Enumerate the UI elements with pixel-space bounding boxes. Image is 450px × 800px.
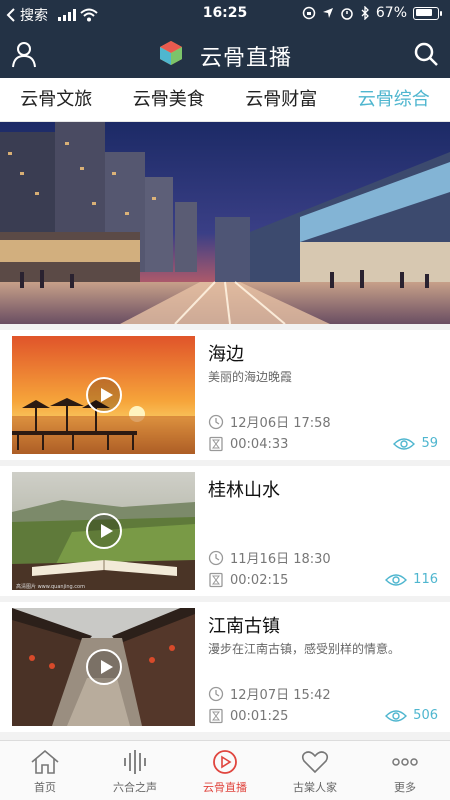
video-thumbnail[interactable]: 高清图片 www.quanjing.com bbox=[12, 472, 195, 590]
video-list-item[interactable]: 江南古镇 漫步在江南古镇，感受别样的情意。 12月07日 15:42 00:01… bbox=[0, 602, 450, 732]
play-icon[interactable] bbox=[86, 377, 122, 413]
hourglass-icon bbox=[209, 436, 223, 452]
nav-label: 更多 bbox=[394, 781, 416, 794]
video-date: 11月16日 18:30 bbox=[208, 548, 331, 567]
rotation-lock-icon bbox=[302, 6, 316, 20]
video-title: 江南古镇 bbox=[208, 616, 280, 637]
video-date: 12月06日 17:58 bbox=[208, 412, 331, 431]
hourglass-icon bbox=[209, 708, 223, 724]
nav-label: 六合之声 bbox=[113, 781, 157, 794]
video-list: 海边 美丽的海边晚霞 12月06日 17:58 00:04:33 59 高清图片… bbox=[0, 324, 450, 740]
page-title: 云骨直播 bbox=[199, 46, 292, 71]
hourglass-icon bbox=[209, 572, 223, 588]
tab-food[interactable]: 云骨美食 bbox=[113, 78, 226, 121]
bluetooth-icon bbox=[361, 6, 369, 20]
nav-bar: 云骨直播 bbox=[0, 28, 450, 78]
tab-general[interactable]: 云骨综合 bbox=[338, 78, 450, 121]
video-duration: 00:04:33 bbox=[208, 436, 288, 452]
heart-icon bbox=[301, 751, 329, 774]
view-count: 506 bbox=[385, 708, 438, 723]
play-icon[interactable] bbox=[86, 649, 122, 685]
clock-icon bbox=[208, 686, 224, 701]
nav-label: 首页 bbox=[34, 781, 56, 794]
eye-icon bbox=[385, 709, 408, 722]
tab-wealth[interactable]: 云骨财富 bbox=[225, 78, 338, 121]
banner-image[interactable] bbox=[0, 122, 450, 324]
eye-icon bbox=[385, 573, 408, 586]
video-duration: 00:01:25 bbox=[208, 708, 288, 724]
video-title: 海边 bbox=[208, 344, 244, 365]
audio-wave-icon bbox=[124, 750, 146, 774]
nav-live[interactable]: 云骨直播 bbox=[180, 741, 270, 800]
video-list-item[interactable]: 高清图片 www.quanjing.com 桂林山水 11月16日 18:30 … bbox=[0, 466, 450, 596]
nav-label: 云骨直播 bbox=[203, 781, 247, 794]
nav-more[interactable]: 更多 bbox=[360, 741, 450, 800]
view-count: 59 bbox=[393, 436, 438, 451]
svg-text:高清图片 www.quanjing.com: 高清图片 www.quanjing.com bbox=[16, 583, 85, 590]
video-list-item[interactable]: 海边 美丽的海边晚霞 12月06日 17:58 00:04:33 59 bbox=[0, 330, 450, 460]
category-tabs: 云骨文旅 云骨美食 云骨财富 云骨综合 bbox=[0, 78, 450, 122]
video-date: 12月07日 15:42 bbox=[208, 684, 331, 703]
nav-voice[interactable]: 六合之声 bbox=[90, 741, 180, 800]
battery-percent: 67% bbox=[375, 5, 407, 21]
video-thumbnail[interactable] bbox=[12, 336, 195, 454]
video-thumbnail[interactable] bbox=[12, 608, 195, 726]
nav-label: 古棠人家 bbox=[293, 781, 337, 794]
home-icon bbox=[31, 749, 59, 774]
search-icon[interactable] bbox=[412, 40, 440, 68]
eye-icon bbox=[393, 437, 416, 450]
video-description: 漫步在江南古镇，感受别样的情意。 bbox=[208, 642, 401, 656]
more-icon bbox=[392, 758, 418, 766]
bottom-tab-bar: 首页 六合之声 云骨直播 古棠人家 更多 bbox=[0, 740, 450, 800]
nav-family[interactable]: 古棠人家 bbox=[270, 741, 360, 800]
nav-home[interactable]: 首页 bbox=[0, 741, 90, 800]
battery-icon bbox=[413, 6, 439, 20]
view-count: 116 bbox=[385, 572, 438, 587]
alarm-icon bbox=[341, 8, 353, 20]
clock-icon bbox=[208, 414, 224, 429]
play-icon[interactable] bbox=[86, 513, 122, 549]
tab-culture-travel[interactable]: 云骨文旅 bbox=[0, 78, 113, 121]
video-description: 美丽的海边晚霞 bbox=[208, 370, 293, 384]
play-circle-icon bbox=[213, 750, 237, 774]
video-duration: 00:02:15 bbox=[208, 572, 288, 588]
status-bar: 搜索 16:25 67% bbox=[0, 0, 450, 28]
clock-icon bbox=[208, 550, 224, 565]
banner-city-night-scene bbox=[0, 122, 450, 324]
video-title: 桂林山水 bbox=[208, 480, 280, 501]
status-right: 67% bbox=[302, 5, 442, 21]
location-icon bbox=[322, 8, 333, 18]
